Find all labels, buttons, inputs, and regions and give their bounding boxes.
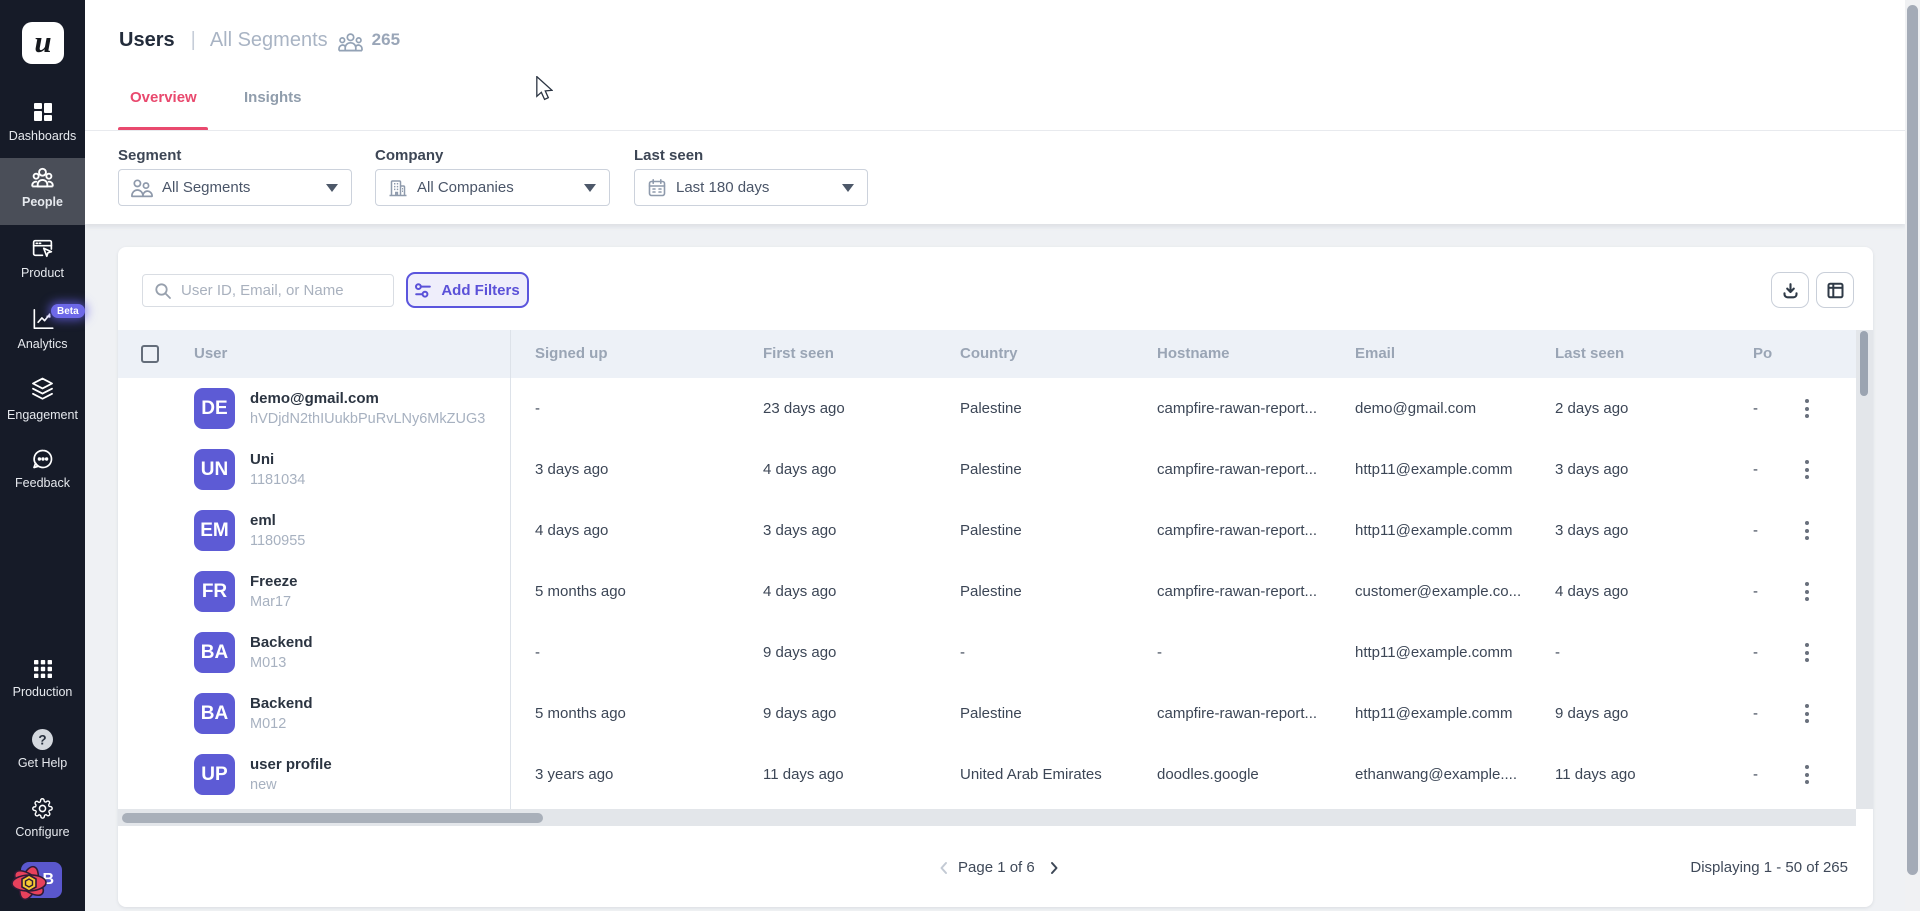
svg-text:?: ?	[38, 732, 46, 747]
